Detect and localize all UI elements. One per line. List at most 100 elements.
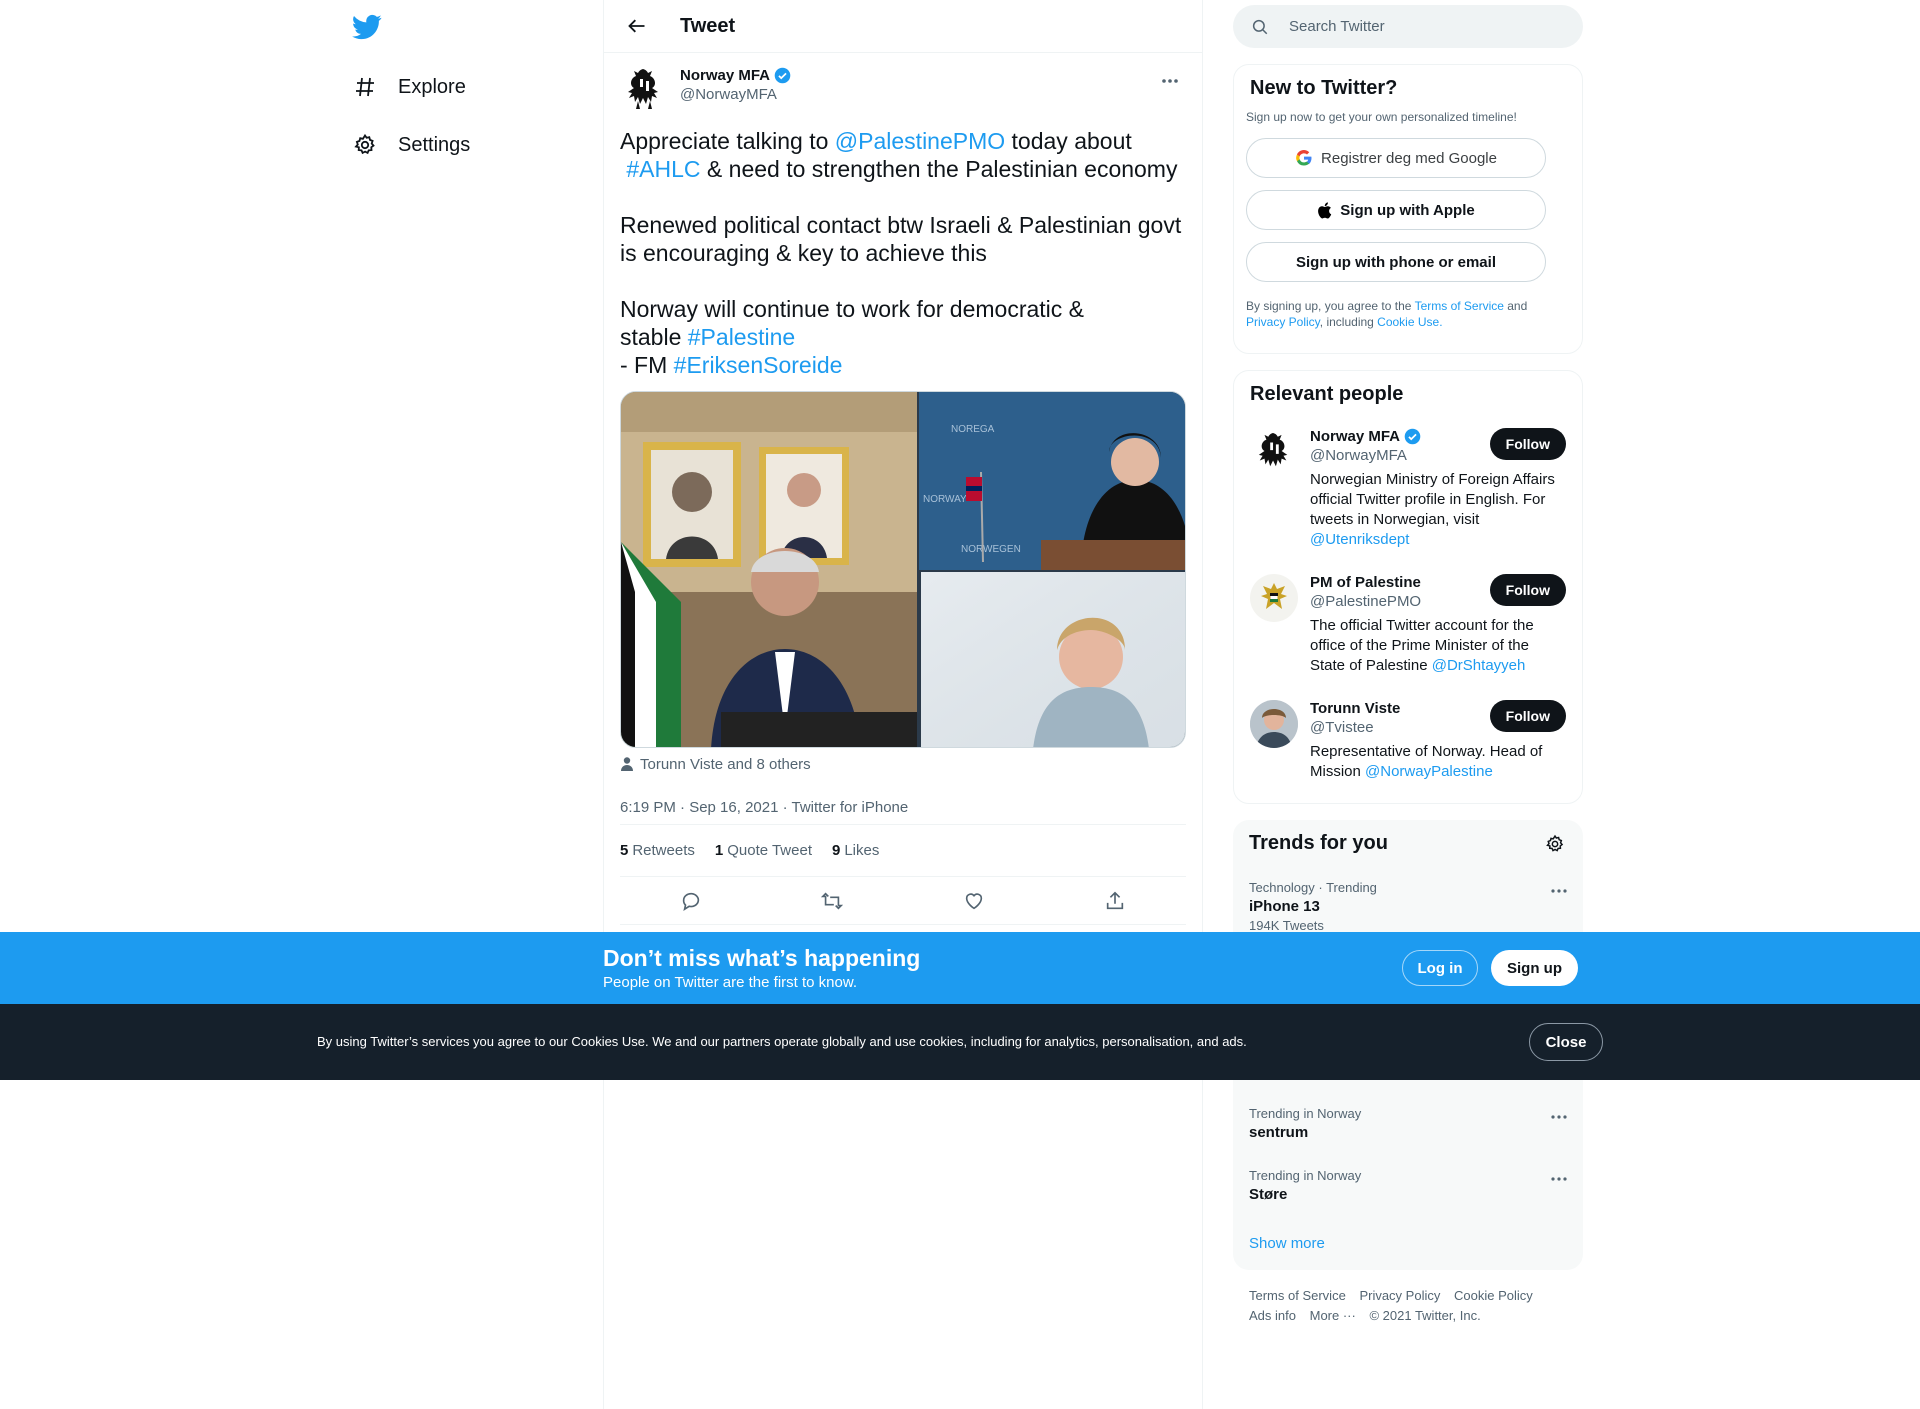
retweets-count: 5 bbox=[620, 842, 629, 859]
trend-item[interactable]: Technology · Trending iPhone 13 194K Twe… bbox=[1249, 880, 1567, 933]
apple-signup-label: Sign up with Apple bbox=[1340, 201, 1475, 219]
cookie-close-button[interactable]: Close bbox=[1529, 1023, 1603, 1061]
privacy-link[interactable]: Privacy Policy bbox=[1246, 315, 1320, 329]
trend-item[interactable]: Trending in Norway Støre bbox=[1249, 1168, 1567, 1203]
login-button[interactable]: Log in bbox=[1402, 950, 1478, 986]
mention-link[interactable]: @PalestinePMO bbox=[835, 128, 1005, 154]
follow-button[interactable]: Follow bbox=[1489, 700, 1566, 732]
google-icon bbox=[1296, 149, 1312, 166]
phone-email-signup-button[interactable]: Sign up with phone or email bbox=[1246, 242, 1546, 282]
bio-link[interactable]: @NorwayPalestine bbox=[1365, 763, 1493, 780]
tweet-photo[interactable]: NOREGA NORWAY NORWEGEN bbox=[620, 391, 1186, 748]
more-options-icon[interactable] bbox=[1154, 65, 1186, 97]
signup-legal: By signing up, you agree to the Terms of… bbox=[1246, 298, 1570, 330]
tweet-stats: 5 Retweets 1 Quote Tweet 9 Likes bbox=[620, 824, 1186, 877]
hashtag-icon bbox=[352, 74, 378, 100]
quotes-stat[interactable]: 1 Quote Tweet bbox=[715, 842, 812, 859]
retweets-stat[interactable]: 5 Retweets bbox=[620, 842, 695, 859]
tweet-actions bbox=[620, 877, 1186, 925]
hashtag-link[interactable]: #AHLC bbox=[626, 156, 700, 182]
trends-title: Trends for you bbox=[1249, 832, 1388, 854]
signup-title: New to Twitter? bbox=[1250, 77, 1398, 99]
reply-icon[interactable] bbox=[674, 884, 708, 918]
legal-text: , including bbox=[1319, 315, 1378, 329]
verified-badge-icon bbox=[1404, 428, 1421, 445]
palestine-eagle-avatar[interactable] bbox=[1250, 574, 1298, 622]
left-navigation: Explore Settings bbox=[340, 0, 590, 1409]
likes-stat[interactable]: 9 Likes bbox=[832, 842, 879, 859]
norway-lion-avatar[interactable] bbox=[1250, 428, 1298, 476]
sign-text: NORWEGEN bbox=[961, 544, 1021, 555]
video-call-photo: NOREGA NORWAY NORWEGEN bbox=[621, 392, 1185, 747]
banner-title: Don’t miss what’s happening bbox=[603, 945, 921, 971]
sign-text: NOREGA bbox=[951, 424, 995, 435]
person-bio: The official Twitter account for the off… bbox=[1310, 616, 1560, 676]
gear-icon[interactable] bbox=[1545, 834, 1565, 859]
torunn-viste-avatar[interactable] bbox=[1250, 700, 1298, 748]
trend-context: Trending in Norway bbox=[1249, 1106, 1362, 1121]
person-name-text: Norway MFA bbox=[1310, 428, 1401, 445]
banner-subtitle: People on Twitter are the first to know. bbox=[603, 974, 858, 991]
cookie-use-link[interactable]: Cookie Use bbox=[1377, 315, 1439, 329]
search-input[interactable]: Search Twitter bbox=[1289, 18, 1385, 35]
nav-explore[interactable]: Explore bbox=[352, 67, 466, 107]
tweet-text-span: - FM bbox=[620, 352, 674, 378]
norway-lion-avatar[interactable] bbox=[620, 65, 668, 113]
footer-link[interactable]: Ads info bbox=[1249, 1308, 1296, 1323]
tweet-timestamp[interactable]: 6:19 PM · Sep 16, 2021 · Twitter for iPh… bbox=[620, 790, 1186, 824]
back-arrow-icon[interactable] bbox=[620, 9, 654, 43]
person-item[interactable]: Torunn Viste @Tvistee Representative of … bbox=[1250, 700, 1566, 782]
more-options-icon[interactable] bbox=[1551, 880, 1567, 898]
tweet-author-handle[interactable]: @NorwayMFA bbox=[680, 86, 791, 103]
terms-link[interactable]: Terms of Service bbox=[1415, 299, 1504, 313]
person-item[interactable]: Norway MFA @NorwayMFA Norwegian Ministry… bbox=[1250, 428, 1566, 550]
twitter-bird-icon[interactable] bbox=[352, 12, 382, 42]
person-bio: Norwegian Ministry of Foreign Affairs of… bbox=[1310, 470, 1560, 550]
trend-context: Trending in Norway bbox=[1249, 1168, 1362, 1183]
relevant-people-title: Relevant people bbox=[1250, 383, 1404, 405]
bio-link[interactable]: @DrShtayyeh bbox=[1432, 657, 1526, 674]
tweet-text-span: today about bbox=[1005, 128, 1132, 154]
footer-link[interactable]: Cookie Policy bbox=[1454, 1288, 1533, 1303]
show-more-link[interactable]: Show more bbox=[1249, 1235, 1325, 1252]
apple-icon bbox=[1318, 201, 1332, 218]
person-item[interactable]: PM of Palestine @PalestinePMO The offici… bbox=[1250, 574, 1566, 676]
share-icon[interactable] bbox=[1098, 884, 1132, 918]
right-sidebar: Search Twitter New to Twitter? Sign up n… bbox=[1233, 0, 1583, 1342]
tweet-text-span: Renewed political contact btw Israeli & … bbox=[620, 212, 1188, 266]
person-bio: Representative of Norway. Head of Missio… bbox=[1310, 742, 1560, 782]
nav-settings[interactable]: Settings bbox=[352, 125, 470, 165]
phone-signup-label: Sign up with phone or email bbox=[1295, 253, 1496, 271]
legal-text: By signing up, you agree to the bbox=[1246, 299, 1415, 313]
like-icon[interactable] bbox=[957, 884, 991, 918]
bio-link[interactable]: @Utenriksdept bbox=[1310, 531, 1409, 548]
retweet-icon[interactable] bbox=[815, 884, 849, 918]
more-options-icon[interactable] bbox=[1551, 1106, 1567, 1124]
footer-link[interactable]: More ··· bbox=[1310, 1308, 1356, 1323]
follow-button[interactable]: Follow bbox=[1489, 428, 1566, 460]
tagged-people[interactable]: Torunn Viste and 8 others bbox=[620, 752, 1186, 776]
tweet-text: Appreciate talking to @PalestinePMO toda… bbox=[620, 127, 1186, 379]
signup-subtitle: Sign up now to get your own personalized… bbox=[1246, 110, 1517, 124]
tweet-text-span: stable bbox=[620, 324, 688, 350]
main-column: Tweet Norway MFA @NorwayMFA Appreciate t… bbox=[603, 0, 1203, 1409]
google-signup-button[interactable]: Registrer deg med Google bbox=[1246, 138, 1546, 178]
hashtag-link[interactable]: #Palestine bbox=[688, 324, 795, 350]
likes-count: 9 bbox=[832, 842, 841, 859]
signup-button[interactable]: Sign up bbox=[1491, 950, 1578, 986]
follow-button[interactable]: Follow bbox=[1489, 574, 1566, 606]
google-signup-label: Registrer deg med Google bbox=[1321, 149, 1497, 167]
apple-signup-button[interactable]: Sign up with Apple bbox=[1246, 190, 1546, 230]
footer-link[interactable]: Privacy Policy bbox=[1359, 1288, 1440, 1303]
trend-name: Støre bbox=[1249, 1186, 1288, 1203]
retweets-label: Retweets bbox=[632, 842, 695, 859]
hashtag-link[interactable]: #EriksenSoreide bbox=[674, 352, 843, 378]
search-box[interactable]: Search Twitter bbox=[1233, 5, 1583, 48]
trend-item[interactable]: Trending in Norway sentrum bbox=[1249, 1106, 1567, 1141]
more-options-icon[interactable] bbox=[1551, 1168, 1567, 1186]
quotes-count: 1 bbox=[714, 842, 724, 859]
copyright: © 2021 Twitter, Inc. bbox=[1369, 1308, 1481, 1323]
footer-link[interactable]: Terms of Service bbox=[1249, 1288, 1346, 1303]
tweet-author-name[interactable]: Norway MFA bbox=[680, 67, 791, 84]
legal-text: and bbox=[1503, 299, 1528, 313]
